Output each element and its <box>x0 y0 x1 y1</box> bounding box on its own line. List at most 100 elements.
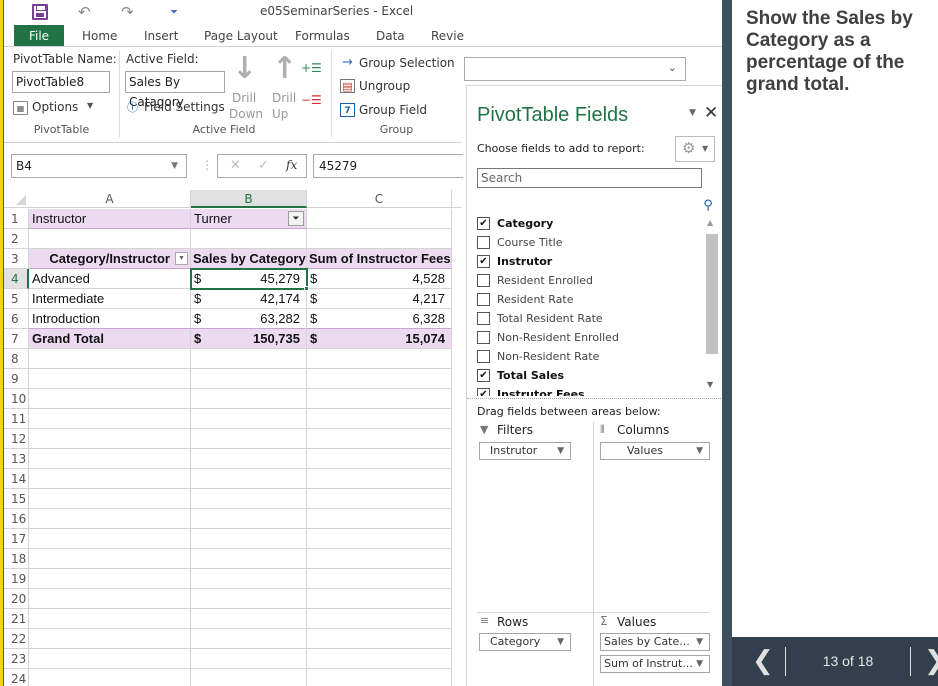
cell[interactable] <box>29 509 191 529</box>
field-checkbox[interactable] <box>477 293 490 306</box>
sales-cell[interactable]: $150,735 <box>191 329 307 349</box>
cell[interactable] <box>191 369 307 389</box>
rows-chip-category[interactable]: Category ▼ <box>479 633 571 651</box>
tab-formulas[interactable]: Formulas <box>293 25 352 47</box>
cell[interactable] <box>191 389 307 409</box>
cell[interactable] <box>307 589 452 609</box>
row-header[interactable]: 5 <box>4 289 29 309</box>
collapse-field-icon[interactable]: −☰ <box>301 93 322 107</box>
options-button[interactable]: ▦ Options ▼ <box>13 99 103 119</box>
tab-file[interactable]: File <box>14 25 64 47</box>
cell[interactable] <box>307 369 452 389</box>
cell[interactable] <box>307 469 452 489</box>
scroll-thumb[interactable] <box>706 234 718 354</box>
filter-dropdown-icon[interactable]: ⏷ <box>288 211 304 226</box>
cell[interactable] <box>307 409 452 429</box>
cell[interactable] <box>191 509 307 529</box>
cell[interactable] <box>29 649 191 669</box>
tab-home[interactable]: Home <box>80 25 119 47</box>
cell[interactable] <box>29 369 191 389</box>
cell[interactable] <box>29 609 191 629</box>
cell[interactable] <box>29 669 191 686</box>
cell[interactable] <box>29 629 191 649</box>
field-search-input[interactable]: Search <box>477 168 702 188</box>
fees-cell[interactable]: $4,217 <box>307 289 452 309</box>
column-header-a[interactable]: A <box>29 190 191 208</box>
cell[interactable] <box>29 349 191 369</box>
undo-icon[interactable]: ↶ <box>78 3 91 21</box>
field-checkbox[interactable] <box>477 350 490 363</box>
drill-down-button[interactable]: ↓ Drill Down <box>228 51 263 121</box>
row-label-cell[interactable]: Grand Total <box>29 329 191 349</box>
row-header[interactable]: 18 <box>4 549 29 569</box>
cell[interactable] <box>191 549 307 569</box>
column-header-c[interactable]: C <box>307 190 452 208</box>
field-item[interactable]: ✔ Total Sales <box>477 366 697 385</box>
row-header[interactable]: 24 <box>4 669 29 686</box>
field-item[interactable]: ✔ Instrutor Fees <box>477 385 697 396</box>
field-item[interactable]: Course Title <box>477 233 697 252</box>
ribbon-dropdown[interactable]: ⌄ <box>464 57 686 81</box>
cell[interactable] <box>29 449 191 469</box>
row-header[interactable]: 11 <box>4 409 29 429</box>
chevron-down-icon[interactable]: ▼ <box>696 634 703 650</box>
field-checkbox[interactable]: ✔ <box>477 388 490 396</box>
drill-up-button[interactable]: ↑ Drill Up <box>268 51 298 121</box>
cell[interactable] <box>307 569 452 589</box>
row-label-cell[interactable]: Advanced <box>29 269 191 289</box>
cell[interactable] <box>307 449 452 469</box>
fees-cell[interactable]: $15,074 <box>307 329 452 349</box>
cell[interactable] <box>307 649 452 669</box>
fees-cell[interactable]: $4,528 <box>307 269 452 289</box>
group-field-button[interactable]: 7 Group Field <box>340 102 455 120</box>
cell-c3[interactable]: Sum of Instructor Fees <box>307 249 452 269</box>
pane-options-icon[interactable]: ▼ <box>689 108 696 118</box>
row-header[interactable]: 15 <box>4 489 29 509</box>
cell[interactable] <box>191 609 307 629</box>
cell[interactable] <box>191 629 307 649</box>
redo-icon[interactable]: ↷ <box>121 3 134 21</box>
cell[interactable] <box>191 429 307 449</box>
field-item[interactable]: ✔ Category <box>477 214 697 233</box>
cell[interactable] <box>191 649 307 669</box>
cell-b1[interactable]: Turner ⏷ <box>191 209 307 229</box>
field-item[interactable]: Total Resident Rate <box>477 309 697 328</box>
row-header[interactable]: 8 <box>4 349 29 369</box>
field-item[interactable]: Non-Resident Enrolled <box>477 328 697 347</box>
tools-button[interactable]: ⚙ ▼ <box>675 136 715 162</box>
cell[interactable] <box>191 469 307 489</box>
insert-function-icon[interactable]: fx <box>286 158 297 172</box>
cell[interactable] <box>307 629 452 649</box>
field-checkbox[interactable]: ✔ <box>477 217 490 230</box>
fees-cell[interactable]: $6,328 <box>307 309 452 329</box>
cell[interactable] <box>29 589 191 609</box>
cell[interactable] <box>191 589 307 609</box>
row-header[interactable]: 22 <box>4 629 29 649</box>
field-item[interactable]: Non-Resident Rate <box>477 347 697 366</box>
customize-qat-icon[interactable]: ⏷ <box>170 7 178 18</box>
cell[interactable] <box>307 609 452 629</box>
name-box[interactable]: B4 ▼ <box>11 154 187 178</box>
field-checkbox[interactable] <box>477 312 490 325</box>
cell[interactable] <box>29 409 191 429</box>
chevron-down-icon[interactable]: ▼ <box>171 155 178 177</box>
chevron-down-icon[interactable]: ▼ <box>557 443 564 459</box>
field-item[interactable]: ✔ Instrutor <box>477 252 697 271</box>
cell-c1[interactable] <box>307 209 452 229</box>
cell[interactable] <box>29 389 191 409</box>
enter-icon[interactable]: ✓ <box>258 158 269 173</box>
field-item[interactable]: Resident Enrolled <box>477 271 697 290</box>
cell[interactable] <box>307 549 452 569</box>
cell[interactable] <box>307 389 452 409</box>
cell[interactable] <box>29 469 191 489</box>
sales-cell[interactable]: $45,279 <box>191 269 307 289</box>
field-list-scrollbar[interactable]: ▲ ▼ <box>705 216 719 396</box>
row-header[interactable]: 13 <box>4 449 29 469</box>
cell[interactable] <box>191 229 307 249</box>
cell[interactable] <box>191 349 307 369</box>
cell[interactable] <box>29 549 191 569</box>
field-checkbox[interactable] <box>477 236 490 249</box>
row-header[interactable]: 2 <box>4 229 29 249</box>
row-header[interactable]: 16 <box>4 509 29 529</box>
expand-field-icon[interactable]: +☰ <box>301 61 322 75</box>
